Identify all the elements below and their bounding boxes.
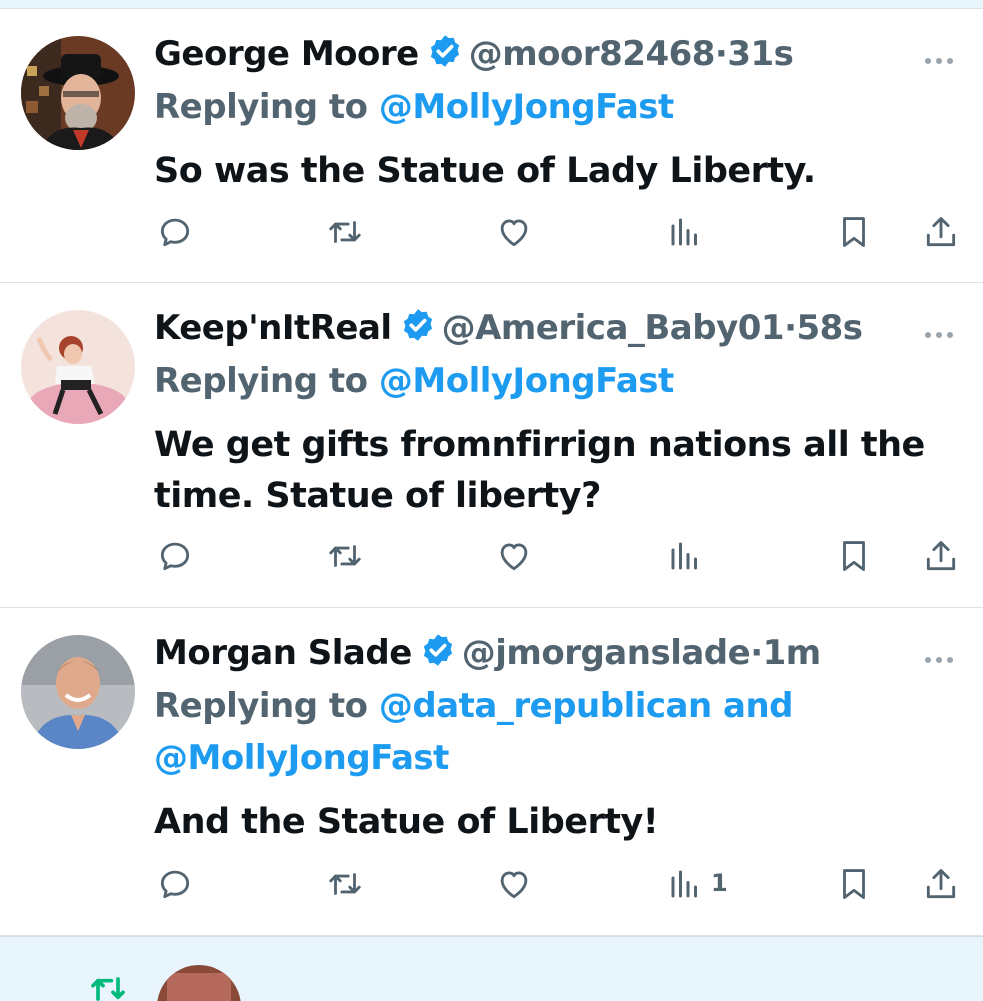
views-count: 1 [711,869,728,897]
like-button[interactable] [495,213,533,253]
verified-badge-icon [427,33,463,69]
tweet-actions [0,537,983,577]
replying-to: Replying to @MollyJongFast [154,361,674,401]
mention-link[interactable]: @MollyJongFast [379,361,674,401]
replying-to: Replying to @data_republican and [154,686,794,726]
replying-label: Replying to [154,361,379,401]
tweet-header: Keep'nItReal @America_Baby01·58s [154,307,863,348]
mention-link[interactable]: @MollyJongFast [154,738,449,778]
bookmark-button[interactable] [835,865,873,905]
share-icon [926,869,956,899]
bookmark-button[interactable] [835,537,873,577]
display-name[interactable]: Keep'nItReal [154,308,392,348]
more-options-icon[interactable] [925,323,959,338]
user-handle[interactable]: @jmorganslade [462,633,751,673]
timestamp[interactable]: 58s [796,308,863,348]
retweet-button[interactable] [325,213,365,253]
more-options-icon[interactable] [925,648,959,663]
reply-icon [160,218,190,247]
mention-link[interactable]: @data_republican and [379,686,794,726]
replying-label: Replying to [154,87,379,127]
bookmark-icon [843,217,865,247]
views-icon [671,542,697,570]
separator-dot: · [714,34,728,74]
share-button[interactable] [922,537,960,577]
user-handle[interactable]: @America_Baby01 [442,308,785,348]
tweet-text: We get gifts fromnfirrign nations all th… [154,425,925,516]
retweet-icon [329,221,361,243]
top-highlight-strip [0,0,983,9]
avatar[interactable] [21,36,135,150]
verified-badge-icon [420,632,456,668]
bookmark-icon [843,869,865,899]
like-button[interactable] [495,537,533,577]
timestamp[interactable]: 31s [727,34,794,74]
like-button[interactable] [495,865,533,905]
views-button[interactable] [667,213,703,253]
like-icon [500,219,528,247]
like-icon [500,543,528,571]
tweet-actions [0,213,983,253]
reply-icon [160,542,190,571]
reply-button[interactable] [156,213,194,253]
tweet-header: George Moore @moor82468·31s [154,33,794,74]
user-handle[interactable]: @moor82468 [469,34,716,74]
replying-to: Replying to @MollyJongFast [154,87,674,127]
views-button[interactable] [667,537,703,577]
views-button[interactable]: 1 [667,865,747,905]
avatar[interactable] [21,310,135,424]
share-button[interactable] [922,865,960,905]
tweet[interactable]: George Moore @moor82468·31s Replying to @… [0,9,983,283]
tweet[interactable]: Morgan Slade @jmorganslade·1m Replying to… [0,608,983,936]
tweet-header: Morgan Slade @jmorganslade·1m [154,632,821,673]
avatar[interactable] [21,635,135,749]
tweet-text: So was the Statue of Lady Liberty. [154,151,816,191]
views-icon [671,870,697,898]
separator-dot: · [750,633,763,673]
more-options-icon[interactable] [925,49,959,64]
share-icon [926,217,956,247]
retweet-button[interactable] [325,537,365,577]
mention-link[interactable]: @MollyJongFast [379,87,674,127]
retweet-button[interactable] [325,865,365,905]
bookmark-icon [843,541,865,571]
tweet-text: And the Statue of Liberty! [154,802,659,842]
replying-label: Replying to [154,686,379,726]
retweet-icon [329,545,361,567]
replying-to-continued: @MollyJongFast [154,738,449,778]
next-tweet-preview[interactable] [0,936,983,1001]
bookmark-button[interactable] [835,213,873,253]
reply-icon [160,870,190,899]
tweet[interactable]: Keep'nItReal @America_Baby01·58s Replying… [0,283,983,608]
retweet-icon [329,873,361,895]
reply-button[interactable] [156,537,194,577]
tweet-actions: 1 [0,865,983,905]
verified-badge-icon [400,307,436,343]
separator-dot: · [784,308,797,348]
retweet-indicator-icon [78,969,138,1001]
reply-button[interactable] [156,865,194,905]
share-button[interactable] [922,213,960,253]
display-name[interactable]: George Moore [154,34,419,74]
views-icon [671,218,697,246]
avatar[interactable] [157,965,241,1001]
like-icon [500,871,528,899]
timestamp[interactable]: 1m [763,633,822,673]
share-icon [926,541,956,571]
display-name[interactable]: Morgan Slade [154,633,412,673]
